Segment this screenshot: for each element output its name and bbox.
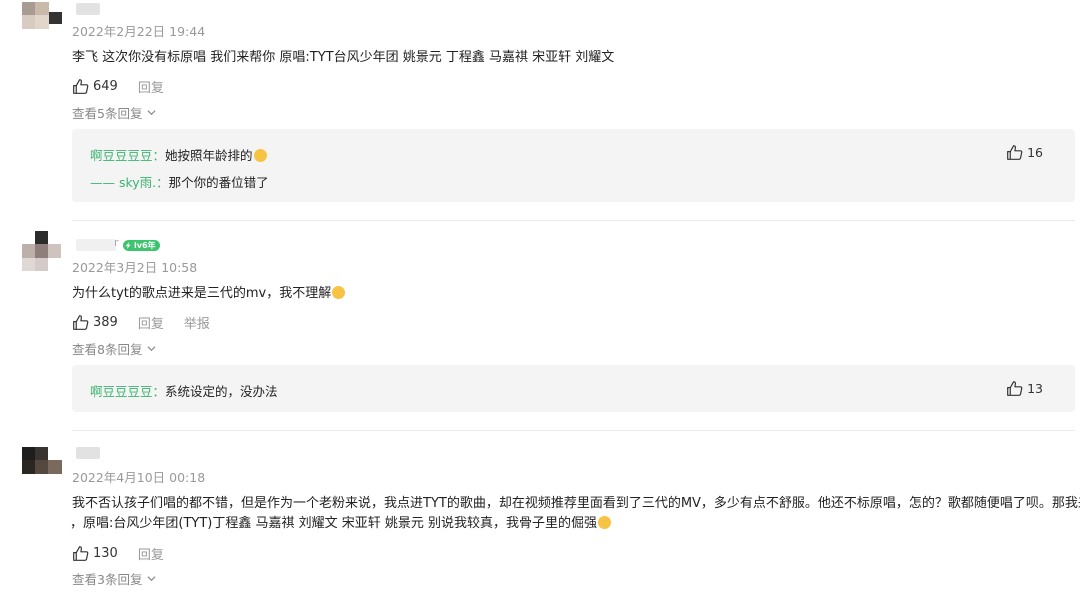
reply-button[interactable]: 回复 — [138, 313, 164, 332]
divider — [72, 430, 1075, 431]
like-count: 389 — [93, 314, 118, 330]
reply-text: 她按照年龄排的 — [165, 148, 253, 163]
reply-line: —— sky雨.：那个你的番位错了 — [90, 175, 269, 190]
comment-text: ，原唱:台风少年团(TYT)丁程鑫 马嘉祺 刘耀文 宋亚轩 姚景元 别说我较真，… — [70, 512, 612, 536]
like-button[interactable]: 389 — [72, 314, 118, 331]
comment-actions: 389 回复 举报 — [72, 313, 210, 332]
comment-time: 2022年4月10日 00:18 — [72, 470, 206, 485]
reply-button[interactable]: 回复 — [138, 77, 164, 96]
thumbs-up-icon — [73, 314, 89, 330]
avatar[interactable] — [22, 0, 64, 42]
comment-time: 2022年3月2日 10:58 — [72, 260, 198, 275]
divider — [72, 220, 1075, 221]
thumbs-up-icon — [73, 78, 89, 94]
reply-like-button[interactable]: 13 — [1006, 380, 1043, 397]
like-count: 649 — [93, 78, 118, 94]
reply-button[interactable]: 回复 — [138, 544, 164, 563]
reply-like-count: 13 — [1027, 381, 1043, 396]
report-button[interactable]: 举报 — [184, 313, 210, 332]
like-count: 130 — [93, 545, 118, 561]
reply-line: 啊豆豆豆豆：系统设定的，没办法 — [90, 384, 278, 399]
view-replies-label: 查看8条回复 — [72, 342, 143, 357]
grin-emoji-icon — [253, 149, 267, 162]
like-button[interactable]: 130 — [72, 545, 118, 562]
comment-time: 2022年2月22日 19:44 — [72, 24, 206, 39]
view-replies-link[interactable]: 查看5条回复 — [72, 103, 156, 122]
username-blurred[interactable] — [76, 447, 100, 459]
reply-text: 那个你的番位错了 — [168, 175, 269, 190]
grin-emoji-icon — [332, 286, 346, 299]
comment-text-content: 李飞 这次你没有标原唱 我们来帮你 原唱:TYT台风少年团 姚景元 丁程鑫 马嘉… — [72, 50, 615, 65]
view-replies-label: 查看3条回复 — [72, 572, 143, 587]
reply-username[interactable]: 啊豆豆豆豆 — [90, 148, 153, 163]
avatar[interactable] — [22, 231, 64, 273]
thumbs-up-icon — [1007, 145, 1023, 160]
username-fragment: r — [114, 236, 119, 249]
thumbs-up-icon — [73, 545, 89, 561]
username-blurred[interactable] — [76, 3, 100, 15]
reply-preview-box: 啊豆豆豆豆：系统设定的，没办法 13 — [72, 365, 1075, 412]
comment-actions: 130 回复 — [72, 544, 164, 563]
reply-like-count: 16 — [1027, 145, 1043, 160]
comment-text: 为什么tyt的歌点进来是三代的mv，我不理解 — [72, 282, 346, 306]
username-blurred[interactable] — [76, 239, 116, 251]
reply-username[interactable]: —— sky雨. — [90, 175, 156, 190]
comment-text-content: 为什么tyt的歌点进来是三代的mv，我不理解 — [72, 286, 332, 301]
reply-username[interactable]: 啊豆豆豆豆 — [90, 384, 153, 399]
avatar[interactable] — [22, 447, 64, 489]
view-replies-link[interactable]: 查看3条回复 — [72, 569, 156, 588]
view-replies-label: 查看5条回复 — [72, 106, 143, 121]
reply-preview-box: 啊豆豆豆豆：她按照年龄排的 16 —— sky雨.：那个你的番位错了 — [72, 129, 1075, 202]
comment-text-content: ，原唱:台风少年团(TYT)丁程鑫 马嘉祺 刘耀文 宋亚轩 姚景元 别说我较真，… — [70, 516, 598, 531]
view-replies-link[interactable]: 查看8条回复 — [72, 339, 156, 358]
comment-text-content: 我不否认孩子们唱的都不错，但是作为一个老粉来说，我点进TYT的歌曲，却在视频推荐… — [72, 496, 1080, 511]
chevron-down-icon — [147, 346, 156, 352]
level-badge: lv6年 — [123, 240, 160, 251]
grin-emoji-icon — [598, 516, 612, 529]
reply-like-button[interactable]: 16 — [1006, 144, 1043, 161]
reply-line: 啊豆豆豆豆：她按照年龄排的 — [90, 145, 267, 164]
chevron-down-icon — [147, 576, 156, 582]
comment-actions: 649 回复 — [72, 77, 164, 96]
lightning-icon — [125, 242, 131, 249]
like-button[interactable]: 649 — [72, 78, 118, 95]
reply-text: 系统设定的，没办法 — [165, 384, 278, 399]
comment-text: 李飞 这次你没有标原唱 我们来帮你 原唱:TYT台风少年团 姚景元 丁程鑫 马嘉… — [72, 46, 614, 70]
thumbs-up-icon — [1007, 381, 1023, 396]
chevron-down-icon — [147, 110, 156, 116]
